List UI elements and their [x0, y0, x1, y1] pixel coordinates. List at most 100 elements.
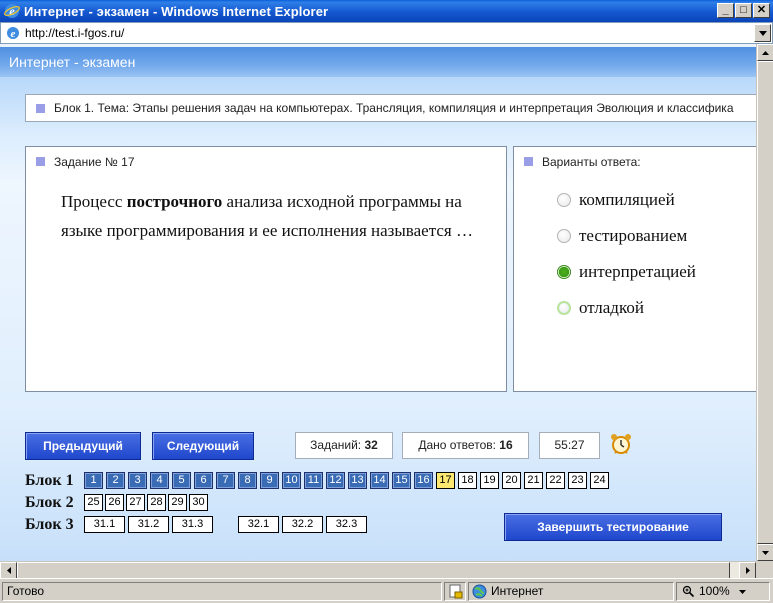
- square-bullet-icon: [36, 104, 45, 113]
- address-bar[interactable]: e http://test.i-fgos.ru/: [0, 22, 773, 44]
- next-button[interactable]: Следующий: [152, 432, 254, 460]
- horizontal-scrollbar[interactable]: [0, 561, 756, 579]
- task-cell-7[interactable]: 7: [216, 472, 235, 489]
- task-cell-3[interactable]: 3: [128, 472, 147, 489]
- radio-button-checked[interactable]: [557, 265, 571, 279]
- task-cell-24[interactable]: 24: [590, 472, 609, 489]
- answered-value: 16: [499, 438, 513, 452]
- scroll-right-button[interactable]: [739, 562, 756, 579]
- window-controls: _ □ ✕: [717, 3, 770, 18]
- address-url[interactable]: http://test.i-fgos.ru/: [25, 26, 754, 40]
- chevron-down-icon: [739, 590, 746, 594]
- status-bar: Готово Интернет 100%: [0, 578, 773, 603]
- svg-text:e: e: [9, 4, 15, 18]
- svg-text:e: e: [11, 28, 16, 40]
- task-cell-26[interactable]: 26: [105, 494, 124, 511]
- minimize-button[interactable]: _: [717, 3, 734, 18]
- finish-test-button[interactable]: Завершить тестирование: [504, 513, 722, 541]
- exam-header: Интернет - экзамен: [0, 47, 756, 77]
- timer: 55:27: [539, 432, 600, 459]
- arrow-left-icon: [6, 567, 11, 574]
- task-cell-31-1[interactable]: 31.1: [84, 516, 125, 533]
- status-zoom: 100%: [699, 584, 730, 598]
- task-cell-4[interactable]: 4: [150, 472, 169, 489]
- radio-button[interactable]: [557, 193, 571, 207]
- status-zoom-pane[interactable]: 100%: [676, 582, 770, 601]
- task-cell-10[interactable]: 10: [282, 472, 301, 489]
- task-cell-29[interactable]: 29: [168, 494, 187, 511]
- status-text: Готово: [7, 584, 45, 598]
- task-cell-31-2[interactable]: 31.2: [128, 516, 169, 533]
- scroll-up-button[interactable]: [757, 44, 773, 61]
- answer-option-3[interactable]: интерпретацией: [557, 262, 696, 282]
- task-cell-8[interactable]: 8: [238, 472, 257, 489]
- task-cell-20[interactable]: 20: [502, 472, 521, 489]
- internet-explorer-icon: e: [4, 4, 20, 18]
- task-cell-18[interactable]: 18: [458, 472, 477, 489]
- block-topic-panel: Блок 1. Тема: Этапы решения задач на ком…: [25, 94, 756, 122]
- arrow-right-icon: [745, 567, 750, 574]
- task-cell-32-3[interactable]: 32.3: [326, 516, 367, 533]
- task-cell-19[interactable]: 19: [480, 472, 499, 489]
- horizontal-scroll-thumb[interactable]: [17, 562, 730, 579]
- task-cell-9[interactable]: 9: [260, 472, 279, 489]
- task-cell-6[interactable]: 6: [194, 472, 213, 489]
- answer-option-1[interactable]: компиляцией: [557, 190, 675, 210]
- task-cell-21[interactable]: 21: [524, 472, 543, 489]
- task-cell-14[interactable]: 14: [370, 472, 389, 489]
- task-cell-32-2[interactable]: 32.2: [282, 516, 323, 533]
- task-cell-31-3[interactable]: 31.3: [172, 516, 213, 533]
- task-cell-17[interactable]: 17: [436, 472, 455, 489]
- task-cell-23[interactable]: 23: [568, 472, 587, 489]
- task-cell-22[interactable]: 22: [546, 472, 565, 489]
- scrollbar-corner: [756, 561, 773, 578]
- exam-title: Интернет - экзамен: [9, 54, 136, 70]
- task-cell-13[interactable]: 13: [348, 472, 367, 489]
- answer-option-4[interactable]: отладкой: [557, 298, 644, 318]
- block-2-label: Блок 2: [25, 494, 74, 511]
- vertical-scroll-thumb[interactable]: [757, 61, 773, 544]
- task-cell-15[interactable]: 15: [392, 472, 411, 489]
- block-topic-text: Блок 1. Тема: Этапы решения задач на ком…: [54, 101, 734, 115]
- alarm-clock-icon: [611, 434, 631, 454]
- radio-button[interactable]: [557, 229, 571, 243]
- answered-count: Дано ответов: 16: [402, 432, 529, 459]
- task-cell-32-1[interactable]: 32.1: [238, 516, 279, 533]
- block-1-label: Блок 1: [25, 472, 74, 489]
- task-cell-28[interactable]: 28: [147, 494, 166, 511]
- scroll-left-button[interactable]: [0, 562, 17, 579]
- tasks-value: 32: [364, 438, 378, 452]
- vertical-scrollbar[interactable]: [756, 44, 773, 561]
- status-text-pane: Готово: [2, 582, 442, 601]
- task-cell-2[interactable]: 2: [106, 472, 125, 489]
- maximize-button[interactable]: □: [735, 3, 752, 18]
- task-cell-16[interactable]: 16: [414, 472, 433, 489]
- task-cell-1[interactable]: 1: [84, 472, 103, 489]
- task-cell-11[interactable]: 11: [304, 472, 323, 489]
- address-dropdown-button[interactable]: [754, 24, 771, 42]
- answers-panel: Варианты ответа: компиляцией тестировани…: [513, 146, 756, 392]
- previous-button[interactable]: Предыдущий: [25, 432, 141, 460]
- arrow-up-icon: [762, 50, 769, 55]
- globe-icon: [472, 584, 487, 599]
- chevron-down-icon: [758, 30, 767, 36]
- answer-label: тестированием: [579, 226, 688, 245]
- answer-label: интерпретацией: [579, 262, 696, 281]
- task-cell-30[interactable]: 30: [189, 494, 208, 511]
- status-zone-pane[interactable]: Интернет: [468, 582, 674, 601]
- task-cell-5[interactable]: 5: [172, 472, 191, 489]
- radio-button-focused[interactable]: [557, 301, 571, 315]
- scroll-down-button[interactable]: [757, 544, 773, 561]
- square-bullet-icon: [36, 157, 45, 166]
- page-warning-icon: [449, 584, 463, 599]
- ie-page-icon: e: [7, 27, 19, 40]
- task-cell-27[interactable]: 27: [126, 494, 145, 511]
- task-cell-12[interactable]: 12: [326, 472, 345, 489]
- question-bold: построчного: [126, 192, 223, 211]
- answer-option-2[interactable]: тестированием: [557, 226, 687, 246]
- arrow-down-icon: [762, 550, 769, 555]
- task-panel: Задание № 17 Процесс построчного анализа…: [25, 146, 507, 392]
- status-page-pane: [444, 582, 466, 601]
- close-button[interactable]: ✕: [753, 3, 770, 18]
- task-cell-25[interactable]: 25: [84, 494, 103, 511]
